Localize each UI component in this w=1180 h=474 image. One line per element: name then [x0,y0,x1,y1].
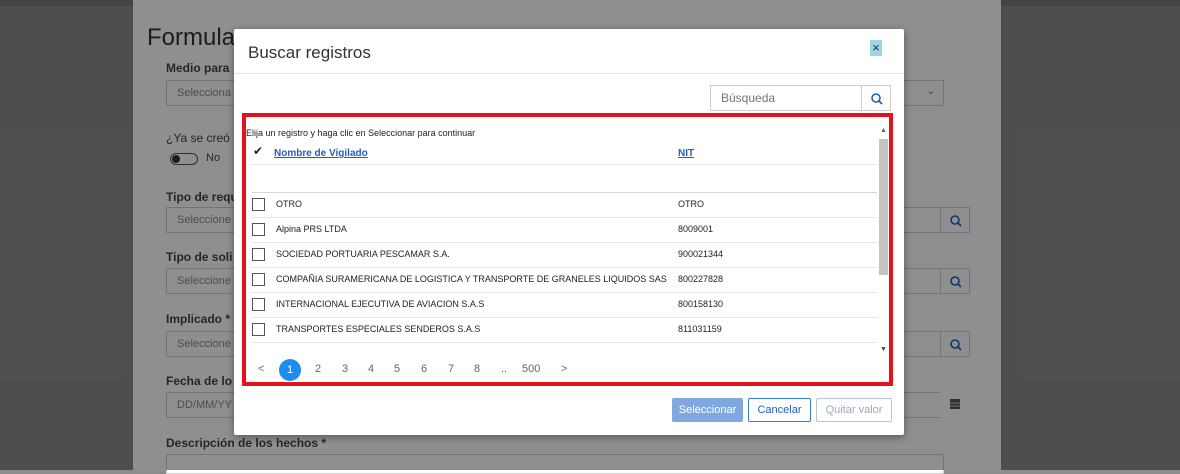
search-records-modal: Buscar registros × Elija un registro y h… [234,29,904,435]
clear-value-button[interactable]: Quitar valor [816,398,892,422]
row-nit: 800227828 [678,274,724,284]
row-nit: 8009001 [678,224,714,234]
modal-title: Buscar registros [248,43,371,62]
check-icon: ✔ [253,144,264,158]
page-6[interactable]: 6 [421,363,427,375]
table-scrollbar[interactable]: ▲ ▼ [878,127,889,353]
close-icon[interactable]: × [870,40,882,56]
row-checkbox[interactable] [252,248,265,261]
pagination-ellipsis: .. [501,363,508,375]
row-name: SOCIEDAD PORTUARIA PESCAMAR S.A. [276,249,450,259]
table-row[interactable]: COMPAÑIA SURAMERICANA DE LOGISTICA Y TRA… [252,268,877,293]
page-8[interactable]: 8 [474,363,480,375]
table-row[interactable]: OTRO OTRO [252,193,877,218]
row-name: TRANSPORTES ESPECIALES SENDEROS S.A.S [276,324,481,334]
page-7[interactable]: 7 [448,363,454,375]
pagination-prev[interactable]: < [258,363,264,375]
pagination-next[interactable]: > [561,363,567,375]
search-button[interactable] [861,85,891,111]
table-row[interactable]: INTERNACIONAL EJECUTIVA DE AVIACION S.A.… [252,293,877,318]
page-1[interactable]: 1 [279,359,301,381]
modal-divider [234,73,904,74]
column-header-nit[interactable]: NIT [678,148,694,159]
row-checkbox[interactable] [252,323,265,336]
table-row[interactable]: TRANSPORTES ESPECIALES SENDEROS S.A.S 81… [252,318,877,343]
instruction-text: Elija un registro y haga clic en Selecci… [246,128,476,138]
scroll-thumb[interactable] [879,139,888,275]
column-header-name[interactable]: Nombre de Vigilado [274,148,368,159]
row-checkbox[interactable] [252,223,265,236]
page-5[interactable]: 5 [394,363,400,375]
page-2[interactable]: 2 [315,363,321,375]
row-nit: 811031159 [678,324,722,334]
row-name: OTRO [276,199,302,209]
table-row[interactable]: SOCIEDAD PORTUARIA PESCAMAR S.A. 9000213… [252,243,877,268]
row-nit: 800158130 [678,299,724,309]
row-name: INTERNACIONAL EJECUTIVA DE AVIACION S.A.… [276,299,485,309]
select-button[interactable]: Seleccionar [672,398,743,422]
row-checkbox[interactable] [252,273,265,286]
row-checkbox[interactable] [252,198,265,211]
page-last[interactable]: 500 [522,363,540,375]
scroll-down-icon[interactable]: ▼ [880,346,887,353]
row-checkbox[interactable] [252,298,265,311]
row-name: COMPAÑIA SURAMERICANA DE LOGISTICA Y TRA… [276,274,667,284]
row-nit: OTRO [678,199,704,209]
table-row[interactable]: Alpina PRS LTDA 8009001 [252,218,877,243]
search-icon [871,93,883,105]
page-4[interactable]: 4 [368,363,374,375]
search-input[interactable] [710,85,862,111]
row-nit: 900021344 [678,249,724,259]
header-divider [252,164,877,165]
page-3[interactable]: 3 [342,363,348,375]
scroll-up-icon[interactable]: ▲ [880,127,887,134]
cancel-button[interactable]: Cancelar [748,398,811,422]
row-name: Alpina PRS LTDA [276,224,347,234]
